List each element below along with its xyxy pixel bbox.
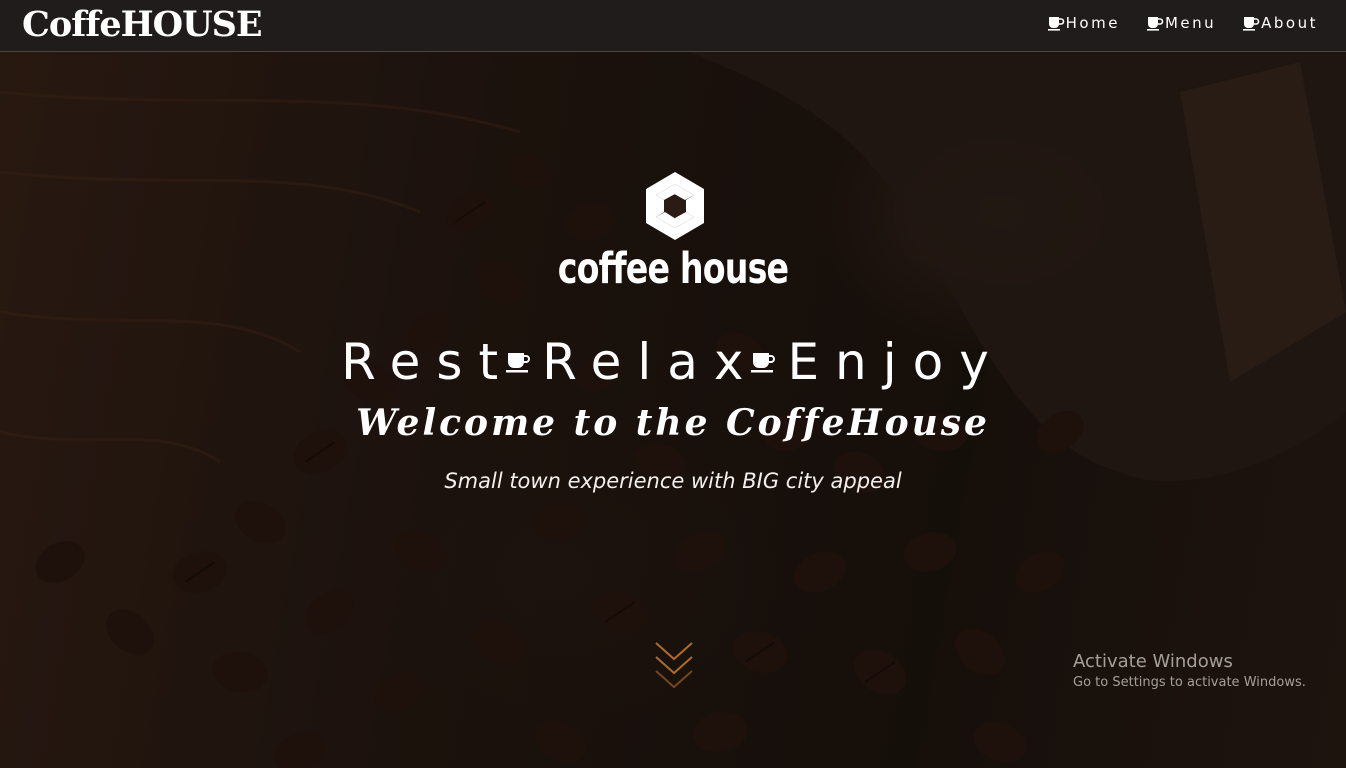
logo-text: coffee house (557, 244, 789, 294)
coffee-cup-icon (751, 353, 776, 373)
coffee-cup-icon (506, 353, 531, 373)
welcome-heading: Welcome to the CoffeHouse (356, 402, 990, 444)
nav-links: Home Menu About (1047, 14, 1318, 32)
activate-windows-subtitle: Go to Settings to activate Windows. (1073, 675, 1306, 690)
nav-link-home[interactable]: Home (1047, 14, 1120, 32)
tagline-word-relax: Relax (542, 333, 760, 391)
hero-section: coffee house Rest Relax Enjoy Welcome to… (0, 52, 1346, 768)
navbar: CoffeHOUSE Home Menu About (0, 0, 1346, 52)
coffee-cup-icon (1146, 17, 1164, 31)
coffee-house-logo-icon (646, 172, 704, 240)
nav-link-about[interactable]: About (1242, 14, 1318, 32)
nav-link-label: Menu (1164, 14, 1217, 32)
activate-windows-watermark: Activate Windows Go to Settings to activ… (1073, 651, 1306, 693)
chevron-down-icon[interactable] (652, 639, 696, 695)
nav-link-label: Home (1065, 14, 1120, 32)
tagline-word-rest: Rest (341, 333, 515, 391)
tagline: Rest Relax Enjoy (0, 332, 1346, 392)
tagline-word-enjoy: Enjoy (787, 333, 1005, 391)
nav-link-label: About (1261, 14, 1318, 32)
nav-link-menu[interactable]: Menu (1146, 14, 1216, 32)
hero-subtitle: Small town experience with BIG city appe… (444, 469, 902, 493)
brand-title[interactable]: CoffeHOUSE (22, 4, 263, 46)
coffee-cup-icon (1047, 17, 1064, 31)
activate-windows-title: Activate Windows (1073, 651, 1233, 672)
coffee-cup-icon (1243, 17, 1260, 31)
